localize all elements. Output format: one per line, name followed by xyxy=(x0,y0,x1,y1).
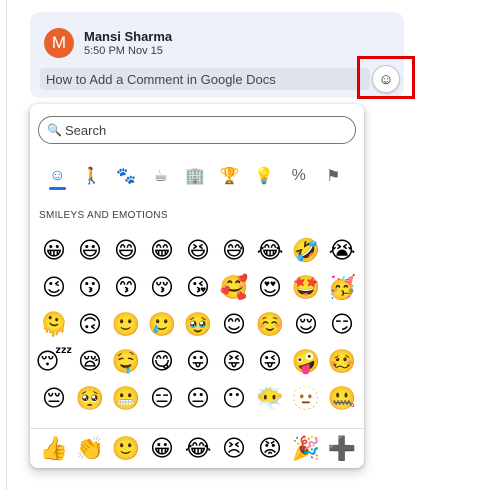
category-flags-icon[interactable]: ⚑ xyxy=(316,162,351,190)
emoji-option[interactable]: 😛 xyxy=(180,343,216,380)
emoji-option[interactable]: 😝 xyxy=(216,343,252,380)
emoji-option[interactable]: 😍 xyxy=(252,269,288,306)
emoji-option[interactable]: 😉 xyxy=(36,269,72,306)
emoji-option[interactable]: 🤩 xyxy=(288,269,324,306)
emoji-option[interactable]: 😆 xyxy=(180,232,216,269)
emoji-category-bar: ☺ 🚶 🐾 ☕ 🏢 🏆 💡 % ⚑ xyxy=(40,162,354,192)
quick-emoji-option[interactable]: 🙂 xyxy=(108,429,144,467)
quick-reactions-bar: 👍 👏 🙂 😀 😂 😣 😡 🎉 ➕ xyxy=(30,428,364,468)
emoji-option[interactable]: 😴 xyxy=(36,343,73,380)
emoji-option[interactable]: 🥳 xyxy=(324,269,360,306)
quick-emoji-option[interactable]: ➕ xyxy=(324,429,360,467)
category-objects-icon[interactable]: 💡 xyxy=(247,162,282,190)
comment-card: M Mansi Sharma 5:50 PM Nov 15 How to Add… xyxy=(30,12,404,98)
emoji-option[interactable]: 🫠 xyxy=(36,306,72,343)
emoji-option[interactable]: 😜 xyxy=(252,343,288,380)
emoji-option[interactable]: 🥴 xyxy=(324,343,360,380)
quick-emoji-option[interactable]: 🎉 xyxy=(288,429,324,467)
quick-emoji-option[interactable]: 😂 xyxy=(180,429,216,467)
emoji-search-box[interactable]: 🔍 xyxy=(38,116,356,144)
quick-emoji-option[interactable]: 👏 xyxy=(72,429,108,467)
emoji-option[interactable]: 🤣 xyxy=(288,232,324,269)
quick-emoji-option[interactable]: 😀 xyxy=(144,429,180,467)
emoji-option[interactable]: 😚 xyxy=(144,269,180,306)
emoji-option[interactable]: 😙 xyxy=(108,269,144,306)
emoji-option[interactable]: 🤤 xyxy=(108,343,144,380)
quick-emoji-option[interactable]: 👍 xyxy=(36,429,72,467)
highlight-box xyxy=(357,56,415,99)
page-edge xyxy=(6,0,7,490)
category-animals-nature-icon[interactable]: 🐾 xyxy=(109,162,144,190)
category-people-icon[interactable]: 🚶 xyxy=(75,162,110,190)
emoji-option[interactable]: 😏 xyxy=(324,306,360,343)
emoji-option[interactable]: 🥲 xyxy=(144,306,180,343)
category-smileys-icon[interactable]: ☺ xyxy=(40,162,75,190)
emoji-option[interactable]: 🥹 xyxy=(180,306,216,343)
emoji-option[interactable]: ☺️ xyxy=(252,306,288,343)
emoji-option[interactable]: 😄 xyxy=(108,232,144,269)
emoji-option[interactable]: 😅 xyxy=(216,232,252,269)
emoji-option[interactable]: 😪 xyxy=(72,343,108,380)
search-icon: 🔍 xyxy=(47,123,62,137)
search-input[interactable] xyxy=(65,122,345,138)
emoji-option[interactable]: 😋 xyxy=(144,343,180,380)
emoji-picker: 🔍 ☺ 🚶 🐾 ☕ 🏢 🏆 💡 % ⚑ SMILEYS AND EMOTIONS… xyxy=(30,104,364,468)
emoji-option[interactable]: 😭 xyxy=(324,232,360,269)
emoji-option[interactable]: 😊 xyxy=(216,306,252,343)
scroll-fade xyxy=(30,404,364,428)
docs-page: M Mansi Sharma 5:50 PM Nov 15 How to Add… xyxy=(0,0,498,490)
comment-timestamp: 5:50 PM Nov 15 xyxy=(84,45,163,57)
emoji-option[interactable]: 😂 xyxy=(252,232,288,269)
emoji-option[interactable]: 😘 xyxy=(180,269,216,306)
emoji-option[interactable]: 🙂 xyxy=(108,306,144,343)
quick-emoji-option[interactable]: 😣 xyxy=(216,429,252,467)
emoji-option[interactable]: 🙃 xyxy=(72,306,108,343)
avatar: M xyxy=(44,28,74,58)
emoji-option[interactable]: 😁 xyxy=(144,232,180,269)
category-activities-icon[interactable]: 🏆 xyxy=(213,162,248,190)
category-food-drink-icon[interactable]: ☕ xyxy=(144,162,179,190)
emoji-option[interactable]: 😗 xyxy=(72,269,108,306)
category-travel-places-icon[interactable]: 🏢 xyxy=(178,162,213,190)
emoji-grid: 😀 😃 😄 😁 😆 😅 😂 🤣 😭 😉 😗 😙 😚 😘 🥰 😍 🤩 🥳 🫠 🙃 🙂 🥲 🥹 😊 ☺️ 😌 😏 😴 😪 🤤 😋 😛 😝 😜 🤪 🥴 😔 🥺 😬… xyxy=(36,232,360,417)
emoji-option[interactable]: 🥰 xyxy=(216,269,252,306)
quick-emoji-option[interactable]: 😡 xyxy=(252,429,288,467)
comment-text-field[interactable]: How to Add a Comment in Google Docs xyxy=(40,68,370,90)
emoji-option[interactable]: 😃 xyxy=(72,232,108,269)
comment-author: Mansi Sharma xyxy=(84,29,173,44)
emoji-option[interactable]: 😌 xyxy=(288,306,324,343)
category-symbols-icon[interactable]: % xyxy=(282,162,317,190)
emoji-option[interactable]: 🤪 xyxy=(288,343,324,380)
emoji-option[interactable]: 😀 xyxy=(36,232,72,269)
section-title: SMILEYS AND EMOTIONS xyxy=(39,210,168,221)
